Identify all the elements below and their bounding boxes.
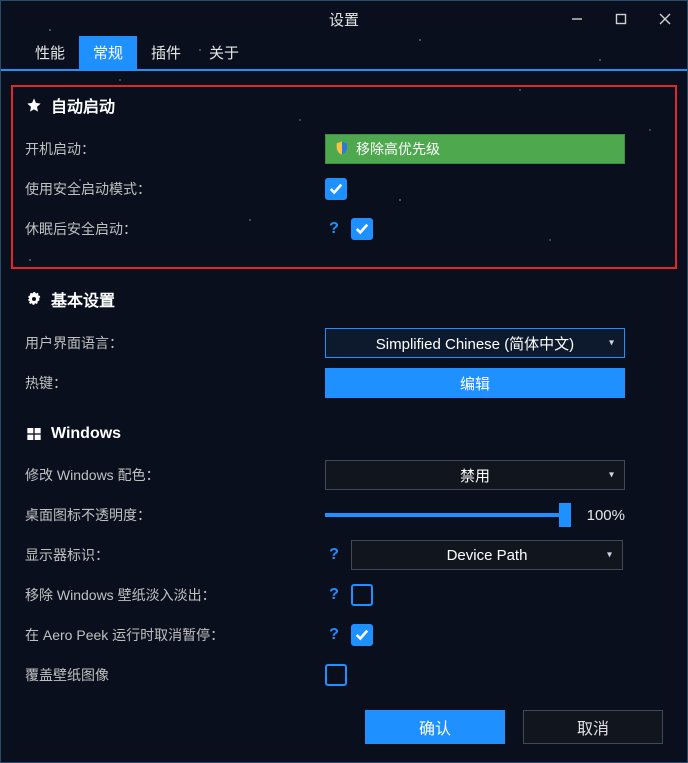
minimize-button[interactable] — [555, 1, 599, 37]
section-head-autostart: 自动启动 — [25, 93, 663, 117]
select-language-value: Simplified Chinese (简体中文) — [376, 333, 574, 354]
select-language[interactable]: Simplified Chinese (简体中文) ▾ — [325, 328, 625, 358]
checkbox-remove-fade[interactable] — [351, 584, 373, 606]
section-autostart: 自动启动 开机启动： 移除高优先级 使用安全启动模式： — [11, 85, 677, 269]
remove-high-priority-label: 移除高优先级 — [356, 139, 440, 159]
checkbox-safe-start[interactable] — [325, 178, 347, 200]
chevron-down-icon: ▾ — [609, 338, 614, 349]
shield-icon — [334, 140, 350, 159]
label-override-wallpaper: 覆盖壁纸图像 — [25, 665, 325, 685]
help-icon[interactable]: ? — [325, 586, 343, 604]
select-monitor-id-value: Device Path — [447, 547, 528, 564]
maximize-button[interactable] — [599, 1, 643, 37]
gear-icon — [25, 290, 43, 308]
tab-general[interactable]: 常规 — [79, 36, 137, 69]
checkbox-aero-peek[interactable] — [351, 624, 373, 646]
slider-icon-opacity[interactable] — [325, 513, 565, 517]
edit-hotkey-button[interactable]: 编辑 — [325, 368, 625, 398]
ok-button[interactable]: 确认 — [365, 710, 505, 744]
checkbox-override-wallpaper[interactable] — [325, 664, 347, 686]
label-hotkey: 热键： — [25, 373, 325, 393]
slider-icon-opacity-value: 100% — [577, 507, 625, 524]
row-language: 用户界面语言： Simplified Chinese (简体中文) ▾ — [25, 323, 663, 363]
help-icon[interactable]: ? — [325, 220, 343, 238]
close-button[interactable] — [643, 1, 687, 37]
chevron-down-icon: ▾ — [607, 550, 612, 561]
row-safe-start: 使用安全启动模式： — [25, 169, 663, 209]
label-monitor-id: 显示器标识： — [25, 545, 325, 565]
help-icon[interactable]: ? — [325, 626, 343, 644]
titlebar[interactable]: 设置 — [1, 1, 687, 37]
settings-window: 设置 性能 常规 插件 关于 自动启动 开机启动： — [0, 0, 688, 763]
row-aero-peek: 在 Aero Peek 运行时取消暂停： ? — [25, 615, 663, 655]
row-monitor-id: 显示器标识： ? Device Path ▾ — [25, 535, 663, 575]
section-head-basic: 基本设置 — [25, 287, 663, 311]
checkbox-safe-after-sleep[interactable] — [351, 218, 373, 240]
tab-about[interactable]: 关于 — [195, 36, 253, 69]
tab-plugins[interactable]: 插件 — [137, 36, 195, 69]
row-safe-after-sleep: 休眠后安全启动： ? — [25, 209, 663, 249]
section-head-windows: Windows — [25, 425, 663, 443]
edit-hotkey-label: 编辑 — [460, 373, 490, 394]
label-color-scheme: 修改 Windows 配色： — [25, 465, 325, 485]
section-title-basic: 基本设置 — [51, 287, 115, 311]
row-hotkey: 热键： 编辑 — [25, 363, 663, 403]
select-color-scheme-value: 禁用 — [460, 465, 490, 486]
label-language: 用户界面语言： — [25, 333, 325, 353]
star-icon — [25, 96, 43, 114]
label-safe-start: 使用安全启动模式： — [25, 179, 325, 199]
label-remove-fade: 移除 Windows 壁纸淡入淡出： — [25, 585, 325, 605]
select-monitor-id[interactable]: Device Path ▾ — [351, 540, 623, 570]
windows-icon — [25, 425, 43, 443]
row-remove-fade: 移除 Windows 壁纸淡入淡出： ? — [25, 575, 663, 615]
footer: 确认 取消 — [1, 698, 687, 762]
row-boot-autostart: 开机启动： 移除高优先级 — [25, 129, 663, 169]
chevron-down-icon: ▾ — [609, 470, 614, 481]
section-title-windows: Windows — [51, 425, 121, 443]
section-basic: 基本设置 用户界面语言： Simplified Chinese (简体中文) ▾… — [25, 287, 663, 403]
tab-performance[interactable]: 性能 — [21, 36, 79, 69]
cancel-button[interactable]: 取消 — [523, 710, 663, 744]
window-controls — [555, 1, 687, 37]
window-title: 设置 — [329, 9, 359, 30]
row-icon-opacity: 桌面图标不透明度： 100% — [25, 495, 663, 535]
label-icon-opacity: 桌面图标不透明度： — [25, 505, 325, 525]
section-title-autostart: 自动启动 — [51, 93, 115, 117]
help-icon[interactable]: ? — [325, 546, 343, 564]
content-area: 自动启动 开机启动： 移除高优先级 使用安全启动模式： — [1, 71, 687, 698]
label-safe-after-sleep: 休眠后安全启动： — [25, 219, 325, 239]
tabbar: 性能 常规 插件 关于 — [1, 37, 687, 71]
select-color-scheme[interactable]: 禁用 ▾ — [325, 460, 625, 490]
row-override-wallpaper: 覆盖壁纸图像 — [25, 655, 663, 695]
label-boot-autostart: 开机启动： — [25, 139, 325, 159]
section-windows: Windows 修改 Windows 配色： 禁用 ▾ 桌面图标不透明度： — [25, 425, 663, 695]
remove-high-priority-button[interactable]: 移除高优先级 — [325, 134, 625, 164]
label-aero-peek: 在 Aero Peek 运行时取消暂停： — [25, 625, 325, 645]
row-color-scheme: 修改 Windows 配色： 禁用 ▾ — [25, 455, 663, 495]
